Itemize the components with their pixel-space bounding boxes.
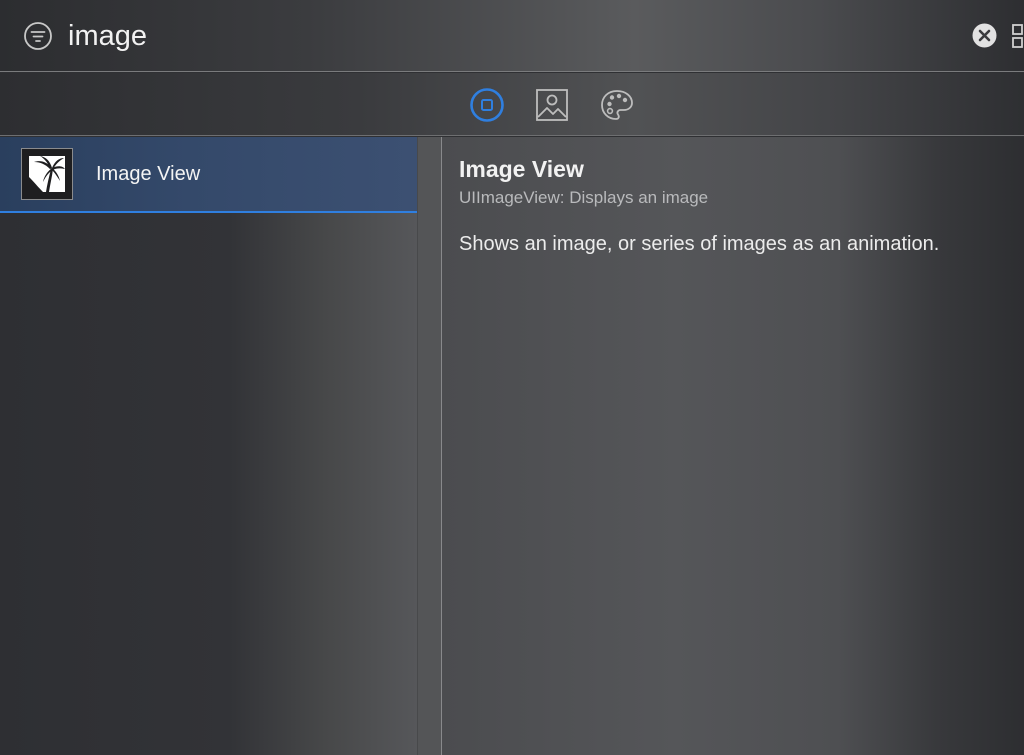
search-bar <box>0 0 1024 72</box>
list-item-label: Image View <box>96 163 201 185</box>
object-list: Image View <box>0 137 417 755</box>
list-item-image-view[interactable]: Image View <box>0 137 417 213</box>
palette-icon[interactable] <box>599 87 635 123</box>
library-tab-bar <box>0 73 1024 136</box>
photo-icon[interactable] <box>534 87 570 123</box>
search-input[interactable] <box>68 14 948 58</box>
detail-title: Image View <box>459 156 584 182</box>
clear-search-icon[interactable] <box>972 23 997 48</box>
detail-subtitle: UIImageView: Displays an image <box>459 188 709 207</box>
detail-description: Shows an image, or series of images as a… <box>459 233 940 255</box>
filter-icon[interactable] <box>23 21 53 51</box>
pane-splitter[interactable] <box>417 137 442 755</box>
object-square-icon[interactable] <box>469 87 505 123</box>
detail-pane: Image View UIImageView: Displays an imag… <box>442 137 1024 755</box>
image-view-thumbnail-icon <box>21 148 73 200</box>
grid-view-icon[interactable] <box>1012 24 1024 48</box>
object-library-window: Image View Image View UIImageView: Displ… <box>0 0 1024 755</box>
